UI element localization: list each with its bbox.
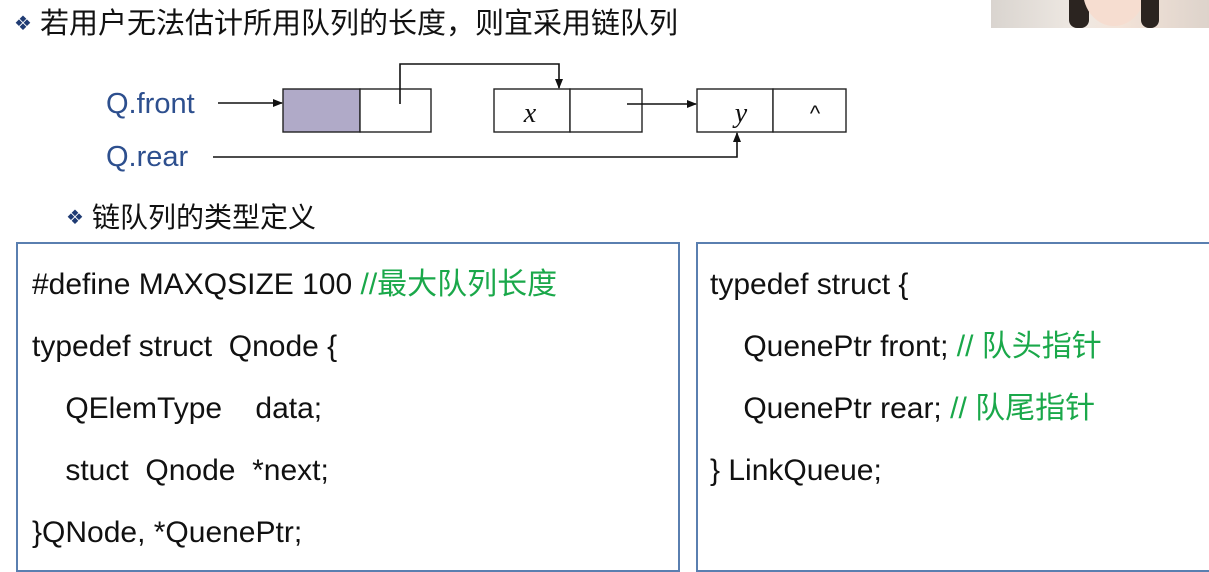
rear-pointer-arrow — [213, 132, 741, 158]
code-line: stuct Qnode *next; — [32, 454, 329, 487]
sub-bullet-heading: ❖ 链队列的类型定义 — [66, 198, 316, 238]
node-x-next-cell — [569, 88, 643, 133]
code-line: QuenePtr front; // 队头指针 — [710, 316, 1209, 378]
code-comment: //最大队列长度 — [360, 268, 558, 301]
head-node-next-cell — [359, 88, 432, 133]
code-line: }QNode, *QuenePtr; — [32, 516, 303, 549]
code-line: #define MAXQSIZE 100 //最大队列长度 — [32, 254, 678, 316]
code-line: typedef struct { — [710, 268, 909, 301]
code-line: QElemType data; — [32, 392, 323, 425]
code-text: QuenePtr rear; — [710, 392, 951, 425]
code-comment: // 队尾指针 — [950, 392, 1096, 425]
qnode-definition-code-box: #define MAXQSIZE 100 //最大队列长度 typedef st… — [16, 242, 680, 572]
linkqueue-definition-code-box: typedef struct { QuenePtr front; // 队头指针… — [696, 242, 1209, 572]
node-x-value: x — [523, 98, 537, 129]
rear-pointer-label: Q.rear — [106, 141, 189, 173]
code-comment: // 队头指针 — [956, 330, 1102, 363]
code-text: #define MAXQSIZE 100 — [32, 268, 361, 301]
code-line: QuenePtr rear; // 队尾指针 — [710, 378, 1209, 440]
node-y-value: y — [732, 98, 748, 129]
sub-heading-text: 链队列的类型定义 — [91, 202, 316, 233]
null-pointer-symbol: ^ — [810, 101, 821, 126]
code-text: QuenePtr front; — [710, 330, 957, 363]
diamond-bullet-icon: ❖ — [66, 207, 84, 229]
linked-queue-diagram: Q.front Q.rear x y ^ — [106, 63, 847, 173]
code-line: typedef struct Qnode { — [32, 330, 338, 363]
code-line: } LinkQueue; — [710, 454, 882, 487]
front-pointer-label: Q.front — [106, 88, 195, 120]
head-node-data-cell — [282, 88, 361, 133]
